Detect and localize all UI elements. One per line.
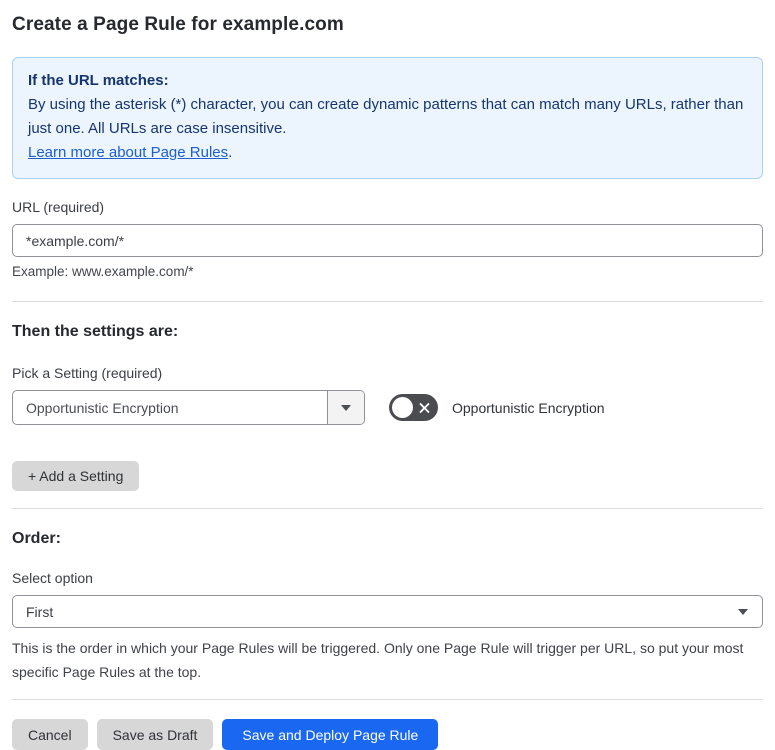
order-section-heading: Order: xyxy=(12,530,61,547)
settings-section-heading: Then the settings are: xyxy=(12,323,179,340)
create-page-rule-form: Create a Page Rule for example.com If th… xyxy=(0,0,775,750)
footer-buttons: Cancel Save as Draft Save and Deploy Pag… xyxy=(12,719,763,750)
toggle-label: Opportunistic Encryption xyxy=(452,399,605,416)
close-icon xyxy=(418,401,431,414)
info-box-body-text: By using the asterisk (*) character, you… xyxy=(28,96,744,137)
url-field-label: URL (required) xyxy=(12,199,105,215)
order-select-value: First xyxy=(26,603,54,620)
save-draft-button[interactable]: Save as Draft xyxy=(96,719,214,750)
cancel-button[interactable]: Cancel xyxy=(12,719,88,750)
save-deploy-button[interactable]: Save and Deploy Page Rule xyxy=(222,719,439,750)
toggle-knob xyxy=(392,397,413,418)
setting-dropdown-button[interactable] xyxy=(327,391,364,424)
url-input[interactable] xyxy=(12,224,763,257)
info-box-heading: If the URL matches: xyxy=(28,72,169,89)
order-select[interactable]: First xyxy=(12,595,763,628)
info-link-suffix: . xyxy=(228,144,233,161)
url-example-helper: Example: www.example.com/* xyxy=(12,264,194,279)
caret-down-icon xyxy=(738,608,748,615)
add-setting-button[interactable]: + Add a Setting xyxy=(12,461,140,491)
pick-setting-label: Pick a Setting (required) xyxy=(12,365,163,381)
section-divider xyxy=(12,508,763,509)
info-box-body: By using the asterisk (*) character, you… xyxy=(28,93,747,165)
footer-divider xyxy=(12,699,763,700)
section-divider xyxy=(12,301,763,302)
setting-dropdown[interactable]: Opportunistic Encryption xyxy=(12,390,365,425)
setting-row: Opportunistic Encryption Opportunistic E… xyxy=(12,390,763,425)
setting-dropdown-value: Opportunistic Encryption xyxy=(26,399,179,416)
page-title: Create a Page Rule for example.com xyxy=(12,14,344,35)
learn-more-link[interactable]: Learn more about Page Rules xyxy=(28,144,228,161)
order-helper-text: This is the order in which your Page Rul… xyxy=(12,640,744,680)
opportunistic-encryption-toggle[interactable] xyxy=(389,394,438,421)
toggle-group: Opportunistic Encryption xyxy=(389,394,605,421)
caret-down-icon xyxy=(341,404,351,411)
url-match-info-box: If the URL matches: By using the asteris… xyxy=(12,57,763,179)
select-option-label: Select option xyxy=(12,570,93,586)
